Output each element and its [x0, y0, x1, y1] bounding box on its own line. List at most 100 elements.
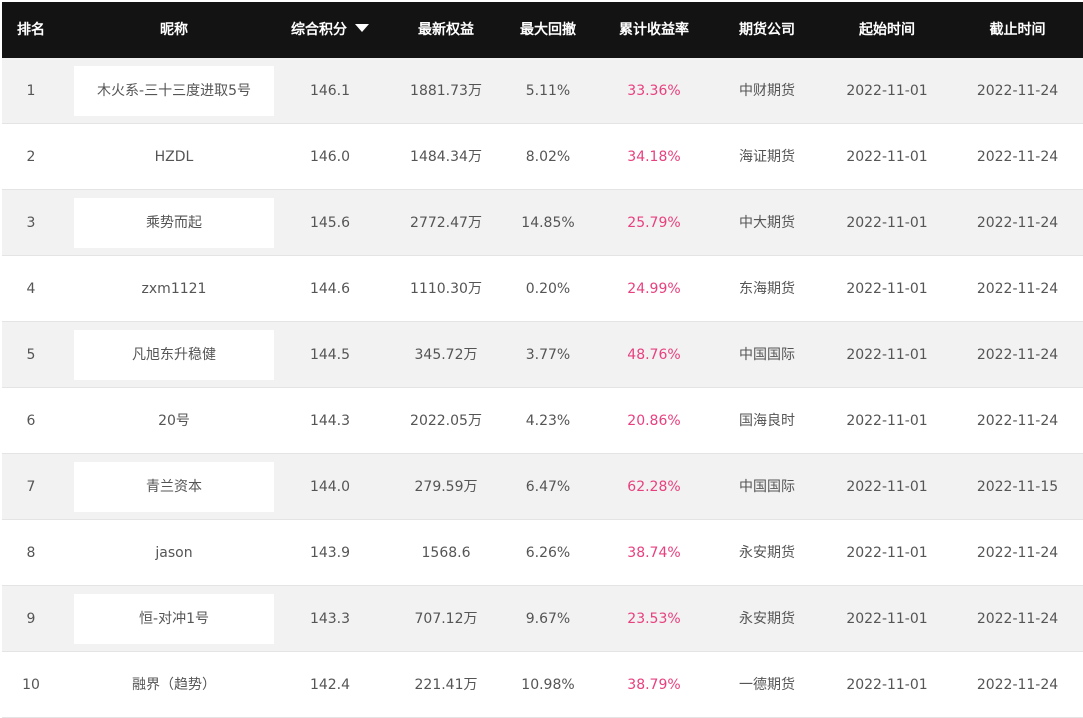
score-cell: 144.0 — [309, 479, 351, 495]
equity-cell: 1568.6 — [421, 545, 471, 561]
return-cell: 38.79% — [627, 677, 681, 693]
start-date-cell: 2022-11-01 — [846, 149, 928, 165]
rank-cell: 6 — [26, 413, 36, 429]
nickname-cell[interactable]: 木火系-三十三度进取5号 — [74, 66, 274, 116]
score-cell: 145.6 — [309, 215, 351, 231]
start-date-cell: 2022-11-01 — [846, 677, 928, 693]
firm-cell: 中大期货 — [739, 215, 795, 231]
header-firm: 期货公司 — [739, 22, 795, 38]
end-date-cell: 2022-11-24 — [976, 347, 1059, 363]
return-cell: 23.53% — [627, 611, 681, 627]
firm-cell: 永安期货 — [739, 611, 795, 627]
nickname-cell[interactable]: 20号 — [74, 396, 274, 446]
score-cell: 142.4 — [309, 677, 351, 693]
drawdown-cell: 14.85% — [521, 215, 575, 231]
start-date-cell: 2022-11-01 — [846, 413, 928, 429]
score-cell: 143.9 — [309, 545, 351, 561]
end-date-cell: 2022-11-24 — [976, 545, 1059, 561]
drawdown-cell: 8.02% — [525, 149, 571, 165]
end-date-cell: 2022-11-24 — [976, 677, 1059, 693]
rank-cell: 10 — [22, 677, 40, 693]
return-cell: 38.74% — [627, 545, 681, 561]
table-row: 10 融界（趋势） 142.4 221.41万 10.98% 38.79% 一德期货 2022… — [2, 652, 1083, 718]
table-header: 排名 昵称 综合积分 最新权益 最大回撤 累计收益率 期货公司 起始时间 截止时… — [2, 2, 1083, 58]
header-start: 起始时间 — [859, 22, 915, 38]
firm-cell: 中国国际 — [739, 347, 795, 363]
score-cell: 144.6 — [309, 281, 351, 297]
equity-cell: 2022.05万 — [410, 413, 482, 429]
nickname-cell[interactable]: 乘势而起 — [74, 198, 274, 248]
drawdown-cell: 6.47% — [525, 479, 571, 495]
rank-cell: 3 — [26, 215, 36, 231]
sort-descending-icon[interactable] — [355, 24, 369, 32]
nickname-cell[interactable]: zxm1121 — [74, 264, 274, 314]
drawdown-cell: 10.98% — [521, 677, 575, 693]
nickname-cell[interactable]: 青兰资本 — [74, 462, 274, 512]
header-rank: 排名 — [17, 22, 45, 38]
end-date-cell: 2022-11-24 — [976, 149, 1059, 165]
start-date-cell: 2022-11-01 — [846, 479, 928, 495]
header-score-label: 综合积分 — [291, 22, 347, 38]
table-row: 4 zxm1121 144.6 1110.30万 0.20% 24.99% 东海期货 2022… — [2, 256, 1083, 322]
equity-cell: 2772.47万 — [410, 215, 482, 231]
firm-cell: 一德期货 — [739, 677, 795, 693]
firm-cell: 国海良时 — [739, 413, 795, 429]
return-cell: 20.86% — [627, 413, 681, 429]
header-end: 截止时间 — [989, 22, 1046, 38]
start-date-cell: 2022-11-01 — [846, 83, 928, 99]
end-date-cell: 2022-11-24 — [976, 611, 1059, 627]
equity-cell: 221.41万 — [414, 677, 478, 693]
rank-cell: 1 — [26, 83, 36, 99]
nickname-cell[interactable]: 恒-对冲1号 — [74, 594, 274, 644]
equity-cell: 1110.30万 — [410, 281, 482, 297]
equity-cell: 1881.73万 — [410, 83, 482, 99]
rank-cell: 4 — [26, 281, 36, 297]
header-equity: 最新权益 — [418, 22, 474, 38]
table-row: 2 HZDL 146.0 1484.34万 8.02% 34.18% 海证期货 2022-11… — [2, 124, 1083, 190]
drawdown-cell: 3.77% — [525, 347, 571, 363]
return-cell: 24.99% — [627, 281, 681, 297]
return-cell: 33.36% — [627, 83, 681, 99]
nickname-cell[interactable]: 凡旭东升稳健 — [74, 330, 274, 380]
ranking-table: 排名 昵称 综合积分 最新权益 最大回撤 累计收益率 期货公司 起始时间 截止时… — [2, 2, 1083, 718]
end-date-cell: 2022-11-15 — [976, 479, 1059, 495]
start-date-cell: 2022-11-01 — [846, 347, 928, 363]
header-nickname: 昵称 — [160, 22, 188, 38]
drawdown-cell: 9.67% — [525, 611, 571, 627]
firm-cell: 永安期货 — [739, 545, 795, 561]
firm-cell: 海证期货 — [739, 149, 795, 165]
firm-cell: 中财期货 — [739, 83, 795, 99]
nickname-cell[interactable]: 融界（趋势） — [74, 660, 274, 710]
table-row: 9 恒-对冲1号 143.3 707.12万 9.67% 23.53% 永安期货 2022-1… — [2, 586, 1083, 652]
equity-cell: 345.72万 — [414, 347, 478, 363]
table-row: 8 jason 143.9 1568.6 6.26% 38.74% 永安期货 2022-11-… — [2, 520, 1083, 586]
drawdown-cell: 6.26% — [525, 545, 571, 561]
nickname-cell[interactable]: jason — [74, 528, 274, 578]
table-row: 7 青兰资本 144.0 279.59万 6.47% 62.28% 中国国际 2022-11-… — [2, 454, 1083, 520]
nickname-cell[interactable]: HZDL — [74, 132, 274, 182]
start-date-cell: 2022-11-01 — [846, 215, 928, 231]
rank-cell: 8 — [26, 545, 36, 561]
table-row: 1 木火系-三十三度进取5号 146.1 1881.73万 5.11% 33.36% 中财期… — [2, 58, 1083, 124]
drawdown-cell: 5.11% — [525, 83, 571, 99]
score-cell: 146.1 — [309, 83, 351, 99]
header-drawdown: 最大回撤 — [520, 22, 576, 38]
end-date-cell: 2022-11-24 — [976, 215, 1059, 231]
score-cell: 143.3 — [309, 611, 351, 627]
firm-cell: 东海期货 — [739, 281, 795, 297]
score-cell: 144.5 — [309, 347, 351, 363]
equity-cell: 707.12万 — [414, 611, 478, 627]
start-date-cell: 2022-11-01 — [846, 545, 928, 561]
end-date-cell: 2022-11-24 — [976, 83, 1059, 99]
header-return: 累计收益率 — [619, 22, 689, 38]
return-cell: 62.28% — [627, 479, 681, 495]
equity-cell: 279.59万 — [414, 479, 478, 495]
firm-cell: 中国国际 — [739, 479, 795, 495]
table-row: 3 乘势而起 145.6 2772.47万 14.85% 25.79% 中大期货 2022-1… — [2, 190, 1083, 256]
score-cell: 146.0 — [309, 149, 351, 165]
header-score-sort[interactable]: 综合积分 — [272, 2, 388, 58]
rank-cell: 9 — [26, 611, 36, 627]
table-row: 5 凡旭东升稳健 144.5 345.72万 3.77% 48.76% 中国国际 2022-1… — [2, 322, 1083, 388]
rank-cell: 5 — [26, 347, 36, 363]
return-cell: 48.76% — [627, 347, 681, 363]
